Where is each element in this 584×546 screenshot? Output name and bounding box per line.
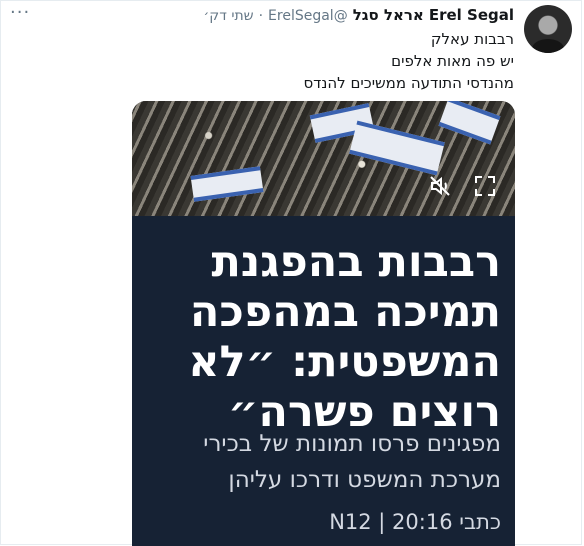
video-media[interactable]: רבבות בהפגנת תמיכה במהפכה המשפטית: ״לא ר… xyxy=(132,101,515,546)
subhead-line: מפגינים פרסו תמונות של בכירי xyxy=(203,431,501,457)
tweet-text-line: רבבות עאלק xyxy=(430,30,514,48)
author-handle[interactable]: @ErelSegal xyxy=(268,8,348,24)
tweet-text: רבבות עאלק יש פה מאות אלפים מהנדסי התודע… xyxy=(303,28,514,94)
headline-line: המשפטית: ״לא xyxy=(188,337,501,387)
flag-shape xyxy=(438,101,501,145)
speaker-muted-icon[interactable] xyxy=(427,174,453,200)
tweet-header: Erel Segal אראל סגל @ErelSegal · שתי דק׳ xyxy=(203,6,514,24)
tweet-time[interactable]: שתי דק׳ xyxy=(203,8,253,24)
avatar[interactable] xyxy=(524,5,572,53)
author-name-en[interactable]: Erel Segal xyxy=(429,6,514,24)
headline-line: תמיכה במהפכה xyxy=(189,287,501,337)
video-subheadline: מפגינים פרסו תמונות של בכירי מערכת המשפט… xyxy=(132,426,501,498)
flag-shape xyxy=(349,120,445,176)
tweet-text-line: יש פה מאות אלפים xyxy=(391,52,514,70)
author-name-he[interactable]: אראל סגל xyxy=(353,6,424,24)
video-headline: רבבות בהפגנת תמיכה במהפכה המשפטית: ״לא ר… xyxy=(141,237,501,437)
header-separator: · xyxy=(258,8,264,24)
headline-line: רבבות בהפגנת xyxy=(211,237,501,287)
tweet-text-line: מהנדסי התודעה ממשיכים להנדס xyxy=(303,74,514,92)
fullscreen-icon[interactable] xyxy=(472,174,498,200)
more-options-icon[interactable]: ··· xyxy=(10,2,30,23)
flag-shape xyxy=(190,166,264,202)
video-source: כתבי N12 | 20:16 xyxy=(329,510,501,534)
video-thumbnail xyxy=(132,101,515,216)
subhead-line: מערכת המשפט ודרכו עליהן xyxy=(228,467,501,493)
